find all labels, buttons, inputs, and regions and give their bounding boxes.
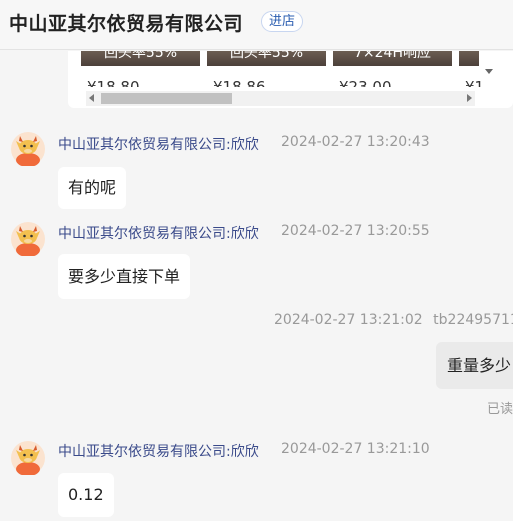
product-price: ¥18.86 (213, 78, 266, 87)
product-price: ¥18.80 (87, 78, 140, 87)
product-image-text: 7×24H响应 (354, 51, 431, 61)
message-time: 2024-02-27 13:20:43 (281, 134, 430, 150)
horizontal-scrollbar[interactable] (86, 91, 475, 106)
product-image-text: 回头率55% (103, 51, 178, 61)
my-username: tb22495711 (433, 312, 513, 328)
product-image[interactable]: 回头率55% (81, 51, 200, 66)
my-message-meta: 2024-02-27 13:21:02 tb22495711 (274, 312, 513, 328)
product-image-text: 回头率55% (229, 51, 304, 61)
message-time: 2024-02-27 13:20:55 (281, 223, 430, 239)
shop-avatar-icon[interactable] (11, 441, 45, 475)
shop-avatar-icon[interactable] (11, 222, 45, 256)
message-sender: 中山亚其尔依贸易有限公司:欣欣 (58, 137, 259, 153)
chat-header: 中山亚其尔依贸易有限公司 进店 (0, 0, 513, 50)
message-time: 2024-02-27 13:21:10 (281, 441, 430, 457)
scrollbar-thumb[interactable] (101, 93, 232, 104)
message-bubble: 有的呢 (58, 167, 127, 209)
product-image[interactable]: 7×24H响应 (333, 51, 452, 66)
product-image[interactable]: 回头率55% (207, 51, 326, 66)
shop-avatar-icon[interactable] (11, 132, 45, 166)
message-sender: 中山亚其尔依贸易有限公司:欣欣 (58, 444, 259, 460)
scroll-down-arrow-icon[interactable] (485, 69, 493, 74)
shop-name: 中山亚其尔依贸易有限公司 (9, 13, 244, 35)
enter-shop-button[interactable]: 进店 (261, 11, 304, 32)
scroll-right-arrow-icon[interactable] (467, 94, 472, 102)
message-bubble: 要多少直接下单 (58, 254, 191, 299)
message-bubble: 0.12 (58, 473, 114, 517)
scroll-left-arrow-icon[interactable] (89, 94, 94, 102)
my-message-time: 2024-02-27 13:21:02 (274, 312, 423, 328)
message-sender: 中山亚其尔依贸易有限公司:欣欣 (58, 226, 259, 242)
product-price: ¥23.00 (339, 78, 392, 87)
product-price: ¥1 (465, 78, 485, 87)
read-status: 已读 (487, 402, 513, 417)
product-image[interactable] (459, 51, 479, 66)
my-message-bubble: 重量多少 (436, 342, 513, 389)
